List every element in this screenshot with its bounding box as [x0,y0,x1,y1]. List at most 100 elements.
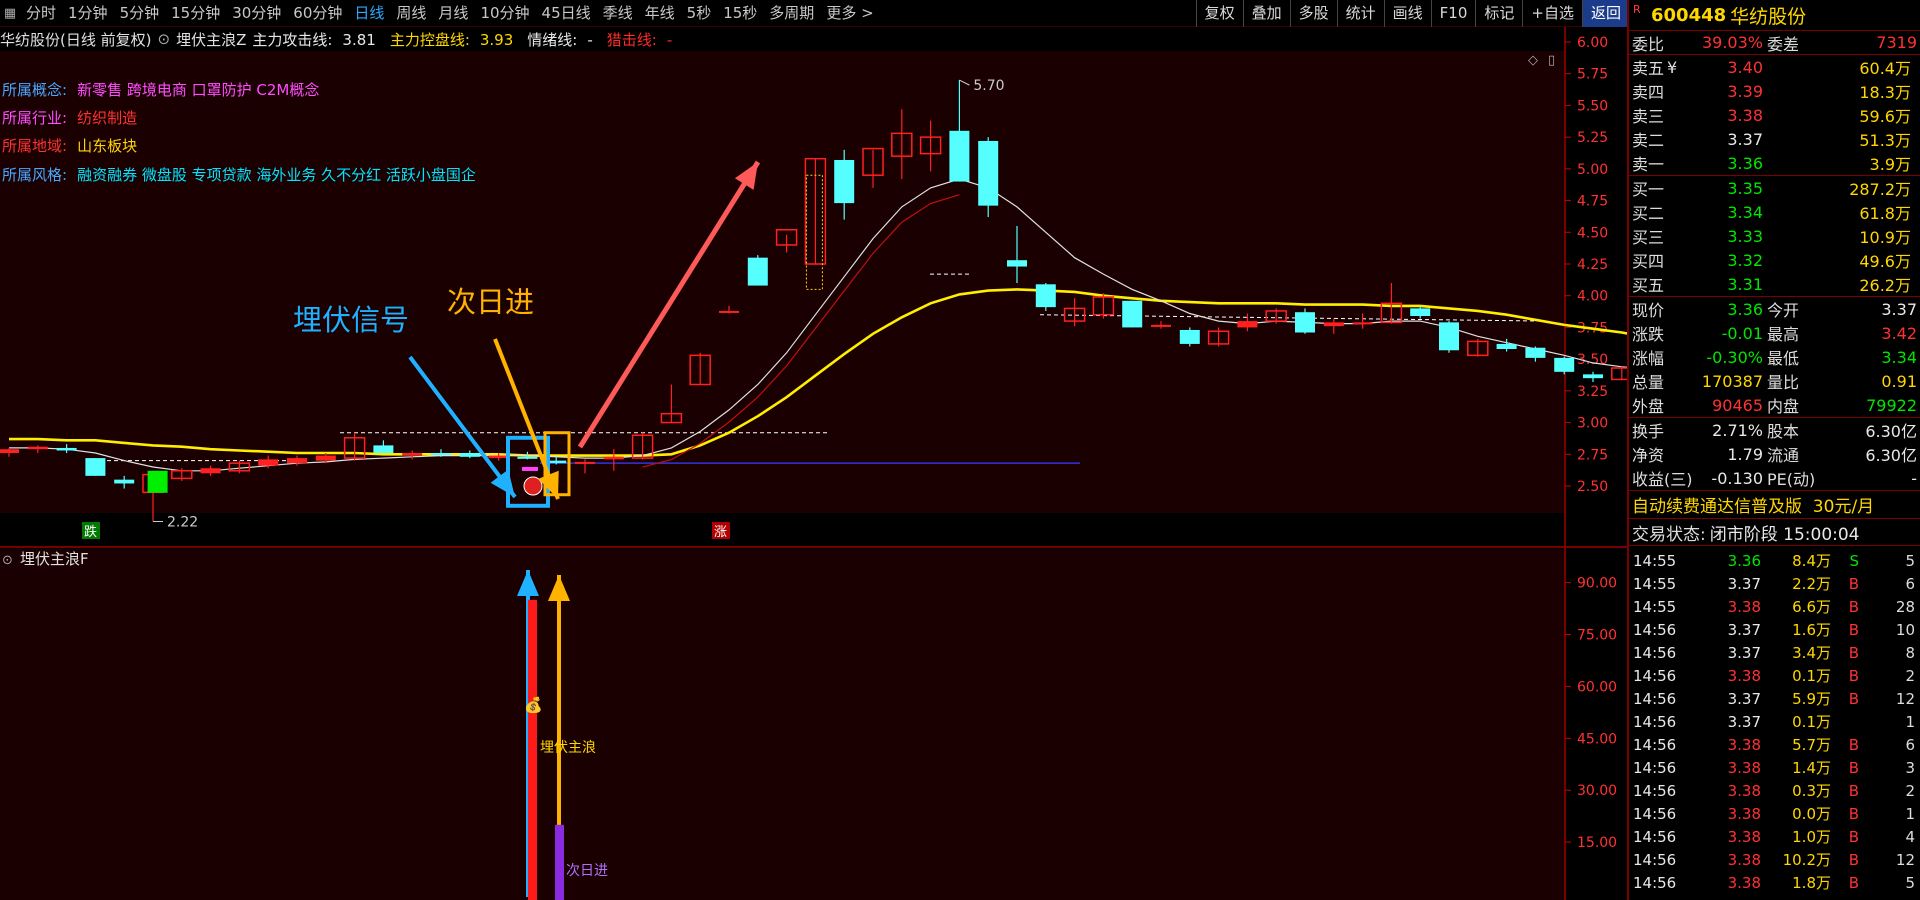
tick-row[interactable]: 14:56 3.37 1.6万 B 10 [1629,618,1920,641]
tick-row[interactable]: 14:56 3.38 10.2万 B 12 [1629,848,1920,871]
quote-row[interactable]: 买四 3.32 49.6万 [1629,248,1920,272]
candle-body[interactable] [1151,324,1171,327]
indicator-name[interactable]: 埋伏主浪Z [176,29,246,50]
candle-body[interactable] [1439,322,1459,351]
period-tab[interactable]: 季线 [597,0,639,27]
candle-body[interactable] [431,453,451,456]
candle-body[interactable] [373,445,394,454]
chart-area[interactable]: 6.00 5.75 5.50 5.25 5.00 4.75 4.50 4.25 4.00 3.75… [0,27,1627,900]
tick-list[interactable]: 14:55 3.36 8.4万 S 5 14:55 3.37 2.2万 B 6 14:55 3.38 6… [1629,546,1920,894]
tag-value[interactable]: 新零售 跨境电商 口罩防护 C2M概念 [77,81,319,99]
period-tab[interactable]: 日线 [348,0,390,27]
candle-body[interactable] [1007,260,1027,267]
candle-body[interactable] [1295,312,1315,333]
period-tab[interactable]: 更多 > [820,0,879,27]
toolbar-button[interactable]: 统计 [1336,0,1384,27]
indicator-dropdown-icon[interactable]: ⊙ [157,30,170,48]
quote-row[interactable]: 卖一 3.36 3.9万 [1629,151,1920,175]
tick-row[interactable]: 14:55 3.37 2.2万 B 6 [1629,572,1920,595]
sub-indicator-bar[interactable] [555,824,564,900]
tag-value[interactable]: 纺织制造 [77,109,137,127]
sub-indicator-name[interactable]: 埋伏主浪F [20,550,89,568]
tick-row[interactable]: 14:56 3.38 0.1万 B 2 [1629,664,1920,687]
promo-row[interactable]: 自动续费通达信普及版 30元/月 [1629,491,1920,519]
candle-body[interactable] [1554,357,1575,372]
candle-body[interactable] [1237,321,1258,328]
period-tab[interactable]: 周线 [390,0,432,27]
candle-body[interactable] [1525,347,1546,358]
tick-row[interactable]: 14:56 3.38 5.7万 B 6 [1629,733,1920,756]
toolbar-button[interactable]: 复权 [1195,0,1243,27]
candle-body[interactable] [834,159,855,204]
candle-body[interactable] [1496,343,1517,349]
quote-row[interactable]: 买五 3.31 26.2万 [1629,272,1920,296]
candle-body[interactable] [978,140,999,206]
period-tab[interactable]: 年线 [639,0,681,27]
candle-body[interactable] [1122,300,1143,328]
candle-body[interactable] [575,461,595,464]
kline-chart[interactable]: 6.005.755.505.255.004.754.504.254.003.75… [0,27,1627,900]
candle-body[interactable] [488,455,509,459]
period-tab[interactable]: 多周期 [763,0,820,27]
period-tab[interactable]: 5分钟 [114,0,166,27]
candle-body[interactable] [258,459,279,466]
toolbar-button[interactable]: +自选 [1522,0,1582,27]
tick-row[interactable]: 14:56 3.37 3.4万 B 8 [1629,641,1920,664]
chart-expand-icon[interactable]: ▯ [1548,53,1555,68]
period-tab[interactable]: 30分钟 [226,0,287,27]
sub-indicator-bar[interactable] [528,599,537,900]
candle-body[interactable] [1611,367,1627,381]
quote-row[interactable]: 卖四 3.39 18.3万 [1629,79,1920,103]
toolbar-button[interactable]: 叠加 [1242,0,1290,27]
candle-body[interactable] [603,456,624,460]
quote-row[interactable]: 买三 3.33 10.9万 [1629,224,1920,248]
candle-limit-down[interactable] [147,470,168,493]
candle-body[interactable] [0,449,19,454]
tag-value[interactable]: 山东板块 [77,137,137,155]
tick-row[interactable]: 14:55 3.36 8.4万 S 5 [1629,549,1920,572]
candle-body[interactable] [402,453,423,456]
candle-body[interactable] [287,458,307,464]
quote-row[interactable]: 卖二 3.37 51.3万 [1629,127,1920,151]
candle-body[interactable] [315,455,336,461]
period-tab[interactable]: 1分钟 [62,0,114,27]
candle-body[interactable] [747,257,768,286]
candle-body[interactable] [1352,322,1373,325]
quote-row[interactable]: 买二 3.34 61.8万 [1629,200,1920,224]
candle-body[interactable] [517,456,538,459]
tick-row[interactable]: 14:56 3.37 0.1万 1 [1629,710,1920,733]
quote-row[interactable]: 卖三 3.38 59.6万 [1629,103,1920,127]
tick-row[interactable]: 14:56 3.38 0.0万 B 1 [1629,802,1920,825]
candle-body[interactable] [85,458,106,476]
tick-row[interactable]: 14:55 3.38 6.6万 B 28 [1629,595,1920,618]
candle-body[interactable] [1323,322,1344,327]
toolbar-button[interactable]: 返回 [1581,0,1629,27]
candle-body[interactable] [1179,329,1200,344]
layout-grid-icon[interactable]: ▦ [0,0,20,27]
candle-body[interactable] [1035,284,1056,308]
period-tab[interactable]: 60分钟 [287,0,348,27]
candle-body[interactable] [200,468,221,474]
candle-body[interactable] [1410,308,1431,317]
toolbar-button[interactable]: F10 [1430,0,1476,27]
tick-row[interactable]: 14:56 3.38 1.0万 B 4 [1629,825,1920,848]
tick-row[interactable]: 14:56 3.38 0.3万 B 2 [1629,779,1920,802]
tag-value[interactable]: 融资融券 微盘股 专项贷款 海外业务 久不分红 活跃小盘国企 [77,166,476,184]
candle-body[interactable] [949,130,970,182]
period-tab[interactable]: 15秒 [717,0,763,27]
sub-dropdown-icon[interactable]: ⊙ [2,553,13,568]
candle-body[interactable] [719,310,739,313]
period-tab[interactable]: 5秒 [681,0,718,27]
toolbar-button[interactable]: 标记 [1475,0,1522,27]
chart-toggle-icon[interactable]: ◇ [1528,53,1538,68]
period-tab[interactable]: 45日线 [536,0,597,27]
tick-row[interactable]: 14:56 3.38 1.8万 B 5 [1629,871,1920,894]
period-tab[interactable]: 10分钟 [474,0,535,27]
tick-row[interactable]: 14:56 3.37 5.9万 B 12 [1629,687,1920,710]
candle-body[interactable] [1583,374,1603,379]
promo-text[interactable]: 自动续费通达信普及版 30元/月 [1629,492,1874,517]
period-tab[interactable]: 15分钟 [165,0,226,27]
period-tab[interactable]: 分时 [20,0,62,27]
tick-row[interactable]: 14:56 3.38 1.4万 B 3 [1629,756,1920,779]
period-tab[interactable]: 月线 [432,0,474,27]
